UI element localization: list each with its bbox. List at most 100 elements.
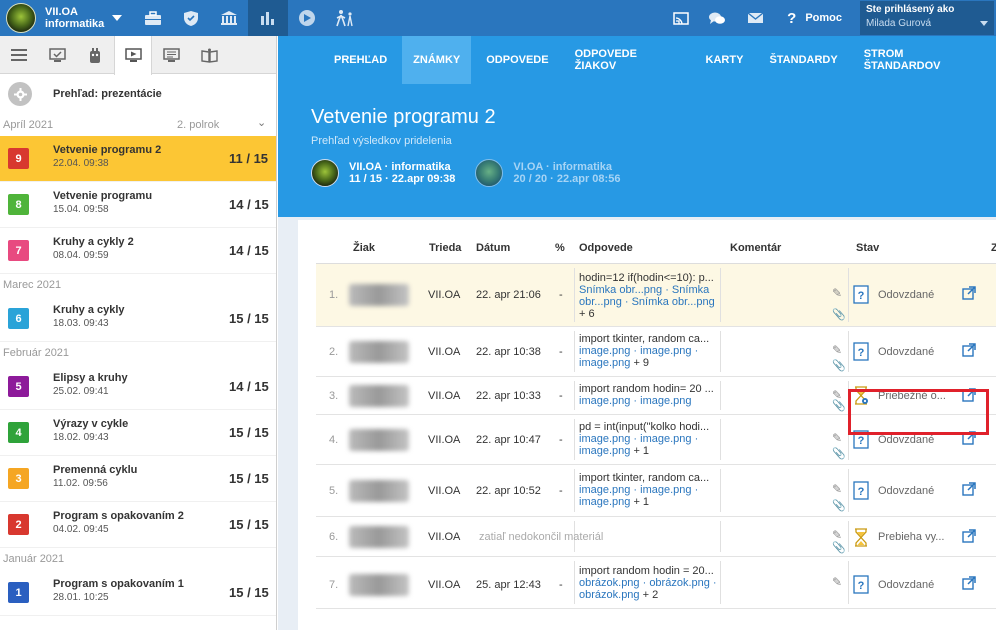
student-name-blurred[interactable] [349, 429, 409, 451]
col-date[interactable]: Dátum [476, 242, 510, 254]
answer-code: pd = int(input("kolko hodi... [579, 421, 710, 433]
student-name-blurred[interactable] [349, 341, 409, 363]
sidebar-item[interactable]: 1 Program s opakovaním 1 28.01. 10:25 15 … [0, 570, 276, 616]
sidebar-item[interactable]: 5 Elipsy a kruhy 25.02. 09:41 14 / 15 [0, 364, 276, 410]
item-name: Program s opakovaním 2 [53, 510, 184, 522]
col-class[interactable]: Trieda [429, 242, 461, 254]
chevron-down-icon [980, 21, 988, 26]
col-student[interactable]: Žiak [353, 242, 375, 254]
row-answers[interactable]: pd = int(input("kolko hodi... image.png … [579, 421, 719, 457]
paperclip-icon[interactable]: 📎 [832, 308, 846, 321]
answer-more[interactable]: + 2 [643, 589, 659, 601]
row-answers[interactable]: import random hodin= 20 ... image.png · … [579, 383, 719, 407]
comment-cell[interactable]: ✎ 📎 [724, 465, 848, 517]
sidebar-item[interactable]: 9 Vetvenie programu 2 22.04. 09:38 11 / 1… [0, 136, 276, 182]
help-link[interactable]: ? Pomoc [787, 10, 842, 27]
comment-cell[interactable]: ✎ 📎 [724, 264, 848, 327]
tab-standards-tree[interactable]: STROM ŠTANDARDOV [853, 36, 992, 84]
briefcase-icon[interactable] [134, 0, 172, 36]
tab-cards[interactable]: KARTY [695, 36, 755, 84]
external-link-icon[interactable] [962, 286, 976, 300]
class-selector[interactable]: VII.OA informatika [0, 0, 134, 36]
row-answers[interactable]: import tkinter, random ca... image.png ·… [579, 472, 719, 508]
user-name: Milada Gurová [866, 18, 932, 29]
top-right-area: ? Pomoc Ste prihlásený ako Milada Gurová [665, 0, 996, 36]
pencil-icon[interactable]: ✎ [832, 528, 842, 542]
hamburger-menu-icon[interactable] [0, 36, 38, 74]
school-building-icon[interactable] [210, 0, 248, 36]
answer-more[interactable]: + 6 [579, 308, 719, 320]
paperclip-icon[interactable]: 📎 [832, 447, 846, 460]
gear-icon[interactable] [8, 82, 32, 106]
col-percent[interactable]: % [555, 242, 565, 254]
walking-people-icon[interactable] [326, 0, 364, 36]
robot-icon[interactable] [76, 36, 114, 74]
sidebar-item[interactable]: 3 Premenná cyklu 11.02. 09:56 15 / 15 [0, 456, 276, 502]
sidebar-item[interactable]: 6 Kruhy a cykly 18.03. 09:43 15 / 15 [0, 296, 276, 342]
comment-cell[interactable]: ✎ 📎 [724, 327, 848, 377]
pencil-icon[interactable]: ✎ [832, 575, 842, 589]
sidebar-title: Prehľad: prezentácie [53, 88, 162, 100]
pencil-icon[interactable]: ✎ [832, 286, 842, 300]
answer-more[interactable]: + 1 [633, 496, 649, 508]
chat-bubbles-icon[interactable] [697, 0, 737, 36]
tab-answers[interactable]: ODPOVEDE [475, 36, 559, 84]
student-name-blurred[interactable] [349, 385, 409, 407]
item-name: Elipsy a kruhy [53, 372, 128, 384]
month-label: Marec 2021 [3, 279, 62, 291]
month-label: Január 2021 [3, 553, 65, 565]
row-answers[interactable]: import random hodin = 20... obrázok.png … [579, 565, 719, 601]
shield-icon[interactable] [172, 0, 210, 36]
sidebar-item[interactable]: 2 Program s opakovaním 2 04.02. 09:45 15 … [0, 502, 276, 548]
student-name-blurred[interactable] [349, 574, 409, 596]
row-answers[interactable]: import tkinter, random ca... image.png ·… [579, 333, 719, 369]
period-selector[interactable]: 2. polrok [177, 119, 219, 131]
user-menu[interactable]: Ste prihlásený ako Milada Gurová [860, 1, 994, 35]
student-name-blurred[interactable] [349, 284, 409, 306]
pencil-icon[interactable]: ✎ [832, 431, 842, 445]
answer-more[interactable]: + 9 [633, 357, 649, 369]
sidebar-item[interactable]: 4 Výrazy v cykle 18.02. 09:43 15 / 15 [0, 410, 276, 456]
tab-student-answers[interactable]: ODPOVEDE ŽIAKOV [564, 36, 691, 84]
mail-icon[interactable] [737, 0, 773, 36]
external-link-icon[interactable] [962, 576, 976, 590]
external-link-icon[interactable] [962, 482, 976, 496]
monitor-check-icon[interactable] [38, 36, 76, 74]
pencil-icon[interactable]: ✎ [832, 343, 842, 357]
tab-standards[interactable]: ŠTANDARDY [758, 36, 848, 84]
answer-more[interactable]: + 1 [633, 445, 649, 457]
paperclip-icon[interactable]: 📎 [832, 359, 846, 372]
comment-cell[interactable]: ✎ 📎 [724, 415, 848, 465]
paperclip-icon[interactable]: 📎 [832, 399, 846, 412]
month-label: Február 2021 [3, 347, 70, 359]
student-name-blurred[interactable] [349, 526, 409, 548]
comment-cell[interactable]: ✎ 📎 [724, 377, 848, 415]
presentation-icon[interactable] [114, 36, 152, 75]
comment-cell[interactable]: ✎ 📎 [724, 517, 848, 557]
open-book-icon[interactable] [190, 36, 228, 74]
tab-overview[interactable]: PREHĽAD [323, 36, 398, 84]
row-answers[interactable]: hodin=12 if(hodin<=10): p... Snímka obr.… [579, 272, 719, 320]
col-status: Stav [856, 242, 880, 254]
external-link-icon[interactable] [962, 343, 976, 357]
item-date: 18.03. 09:43 [53, 318, 109, 329]
media-circle-icon[interactable] [288, 0, 326, 36]
group-card[interactable]: VI.OA · informatika 20 / 20 · 22.apr 08:5… [475, 159, 620, 187]
answer-files[interactable]: image.png · image.png [579, 395, 719, 407]
comment-cell[interactable]: ✎ [724, 557, 848, 609]
pencil-icon[interactable]: ✎ [832, 482, 842, 496]
student-name-blurred[interactable] [349, 480, 409, 502]
cast-screen-icon[interactable] [665, 0, 697, 36]
monitor-list-icon[interactable] [152, 36, 190, 74]
tab-grades[interactable]: ZNÁMKY [402, 36, 472, 84]
sidebar-item[interactable]: 8 Vetvenie programu 15.04. 09:58 14 / 15 [0, 182, 276, 228]
external-link-icon[interactable] [962, 529, 976, 543]
chevron-down-icon[interactable]: ⌄ [257, 116, 266, 129]
paperclip-icon[interactable]: 📎 [832, 499, 846, 512]
answer-files[interactable]: Snímka obr...png · Snímka obr...png · Sn… [579, 284, 719, 308]
statistics-icon[interactable] [248, 0, 288, 36]
row-date: 22. apr 10:33 [476, 390, 541, 402]
paperclip-icon[interactable]: 📎 [832, 541, 846, 554]
group-card[interactable]: VII.OA · informatika 11 / 15 · 22.apr 09:… [311, 159, 455, 187]
sidebar-item[interactable]: 7 Kruhy a cykly 2 08.04. 09:59 14 / 15 [0, 228, 276, 274]
